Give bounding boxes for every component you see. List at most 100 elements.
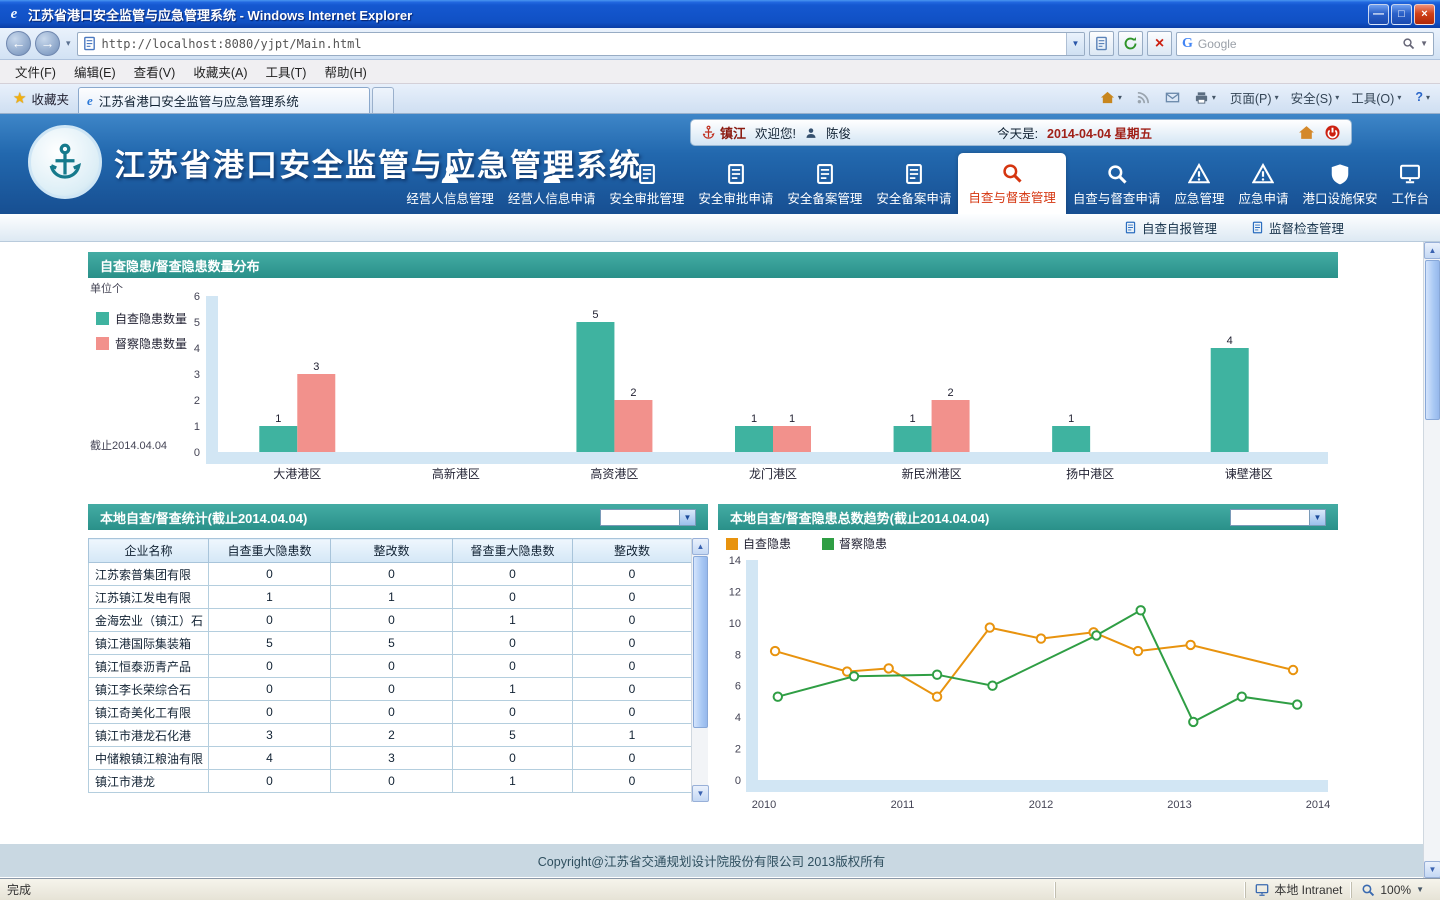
favorites-button[interactable]: ★ 收藏夹 — [4, 86, 78, 110]
scroll-down-button[interactable]: ▼ — [1424, 861, 1440, 878]
menu-item[interactable]: 工具(T) — [256, 59, 315, 84]
chevron-down-icon: ▾ — [1426, 93, 1430, 102]
address-bar[interactable]: http://localhost:8080/yjpt/Main.html ▼ — [77, 32, 1085, 56]
menu-item[interactable]: 帮助(H) — [315, 59, 375, 84]
search-box[interactable]: G Google ▼ — [1176, 32, 1434, 56]
nav-item[interactable]: 应急申请 — [1231, 158, 1295, 214]
table-cell: 1 — [331, 586, 453, 609]
portal-home-button[interactable] — [1298, 124, 1315, 141]
table-row[interactable]: 镇江李长荣综合石0010 — [89, 678, 692, 701]
nav-item[interactable]: 自查与督查管理 — [958, 153, 1066, 214]
print-button[interactable]: ▾ — [1188, 85, 1222, 109]
nav-item[interactable]: 自查与督查申请 — [1066, 158, 1168, 214]
svg-text:1: 1 — [910, 413, 916, 425]
chevron-down-icon[interactable]: ▼ — [1309, 510, 1325, 525]
browser-tab[interactable]: e 江苏省港口安全监管与应急管理系统 — [78, 87, 370, 113]
back-button[interactable]: ← — [6, 31, 31, 56]
address-dropdown-button[interactable]: ▼ — [1066, 33, 1084, 55]
scrollbar-thumb[interactable] — [1425, 260, 1440, 420]
table-row[interactable]: 镇江市港龙石化港3251 — [89, 724, 692, 747]
close-button[interactable]: × — [1414, 4, 1435, 25]
nav-item[interactable]: 经营人信息管理 — [399, 158, 501, 214]
table-row[interactable]: 镇江奇美化工有限0000 — [89, 701, 692, 724]
nav-item[interactable]: 工作台 — [1384, 158, 1436, 214]
table-row[interactable]: 镇江恒泰沥青产品0000 — [89, 655, 692, 678]
nav-item[interactable]: 应急管理 — [1167, 158, 1231, 214]
toolbar-menu-button[interactable]: 工具(O)▾ — [1345, 85, 1407, 109]
table-row[interactable]: 金海宏业（镇江）石0010 — [89, 609, 692, 632]
svg-text:单位个: 单位个 — [90, 281, 123, 295]
logout-button[interactable] — [1324, 124, 1341, 141]
svg-text:1: 1 — [1068, 413, 1074, 425]
svg-text:高新港区: 高新港区 — [432, 466, 480, 481]
chevron-down-icon[interactable]: ▼ — [679, 510, 695, 525]
home-icon — [1100, 90, 1115, 105]
scrollbar-thumb[interactable] — [693, 556, 708, 728]
chevron-down-icon[interactable]: ▼ — [1416, 885, 1424, 894]
anchor-icon — [701, 125, 716, 140]
bar-panel-title: 自查隐患/督查隐患数量分布 — [100, 256, 260, 275]
statistics-table-panel: 本地自查/督查统计(截止2014.04.04) ▼ 企业名称自查重大隐患数整改数… — [88, 504, 708, 822]
feeds-button[interactable] — [1130, 85, 1157, 109]
scroll-up-button[interactable]: ▲ — [1424, 242, 1440, 259]
page-footer: Copyright@江苏省交通规划设计院股份有限公司 2013版权所有 — [0, 844, 1423, 877]
compatibility-view-button[interactable] — [1089, 31, 1114, 56]
menu-item[interactable]: 收藏夹(A) — [184, 59, 256, 84]
svg-text:大港港区: 大港港区 — [273, 467, 321, 481]
table-row[interactable]: 镇江港国际集装箱5500 — [89, 632, 692, 655]
nav-item[interactable]: 安全审批管理 — [602, 158, 691, 214]
table-row[interactable]: 江苏镇江发电有限1100 — [89, 586, 692, 609]
table-cell: 2 — [331, 724, 453, 747]
stop-button[interactable]: × — [1147, 31, 1172, 56]
table-cell: 0 — [573, 609, 692, 632]
search-input[interactable]: Google — [1198, 37, 1397, 51]
menu-item[interactable]: 编辑(E) — [65, 59, 125, 84]
nav-item[interactable]: 港口设施保安 — [1295, 158, 1384, 214]
subnav-item[interactable]: 监督检查管理 — [1251, 218, 1344, 237]
subnav-item[interactable]: 自查自报管理 — [1124, 218, 1217, 237]
read-mail-button[interactable] — [1159, 85, 1186, 109]
nav-item[interactable]: 安全审批申请 — [691, 158, 780, 214]
table-row[interactable]: 江苏索普集团有限0000 — [89, 563, 692, 586]
new-tab-button[interactable] — [372, 87, 394, 113]
nav-item[interactable]: 安全备案申请 — [869, 158, 958, 214]
search-dropdown-button[interactable]: ▼ — [1420, 39, 1428, 48]
scroll-down-button[interactable]: ▼ — [692, 785, 709, 802]
nav-item[interactable]: 安全备案管理 — [780, 158, 869, 214]
minimize-button[interactable]: — — [1368, 4, 1389, 25]
nav-label: 港口设施保安 — [1302, 188, 1377, 207]
svg-text:3: 3 — [194, 369, 200, 381]
svg-text:高资港区: 高资港区 — [590, 466, 638, 481]
trend-filter-dropdown[interactable]: ▼ — [1230, 509, 1326, 526]
home-button[interactable]: ▾ — [1094, 85, 1128, 109]
table-cell: 0 — [453, 747, 573, 770]
table-row[interactable]: 中储粮镇江粮油有限4300 — [89, 747, 692, 770]
svg-text:2014: 2014 — [1306, 799, 1330, 811]
scroll-up-button[interactable]: ▲ — [692, 538, 709, 555]
shield-icon — [1329, 163, 1351, 185]
svg-text:12: 12 — [729, 586, 741, 598]
zoom-control[interactable]: 100% ▼ — [1351, 882, 1433, 898]
table-row[interactable]: 镇江市港龙0010 — [89, 770, 692, 793]
welcome-bar: 镇江 欢迎您! 陈俊 今天是: 2014-04-04 星期五 — [690, 119, 1352, 146]
refresh-button[interactable] — [1118, 31, 1143, 56]
help-button[interactable]: ?▾ — [1409, 85, 1436, 109]
maximize-button[interactable]: □ — [1391, 4, 1412, 25]
page-scrollbar[interactable]: ▲ ▼ — [1423, 242, 1440, 878]
nav-label: 安全备案申请 — [876, 188, 951, 207]
toolbar-menu-button[interactable]: 安全(S)▾ — [1285, 85, 1346, 109]
menu-item[interactable]: 文件(F) — [6, 59, 65, 84]
search-icon[interactable] — [1402, 37, 1415, 50]
forward-button[interactable]: → — [35, 31, 60, 56]
nav-item[interactable]: 经营人信息申请 — [501, 158, 603, 214]
table-scrollbar[interactable]: ▲ ▼ — [691, 538, 708, 802]
table-cell: 1 — [453, 678, 573, 701]
history-dropdown-button[interactable]: ▾ — [64, 38, 73, 49]
toolbar-menu-button[interactable]: 页面(P)▾ — [1224, 85, 1285, 109]
menu-item[interactable]: 查看(V) — [125, 59, 185, 84]
table-filter-dropdown[interactable]: ▼ — [600, 509, 696, 526]
nav-label: 应急申请 — [1238, 188, 1288, 207]
svg-text:2: 2 — [630, 387, 636, 399]
table-cell: 镇江李长荣综合石 — [89, 678, 209, 701]
table-panel-header: 本地自查/督查统计(截止2014.04.04) ▼ — [88, 504, 708, 530]
